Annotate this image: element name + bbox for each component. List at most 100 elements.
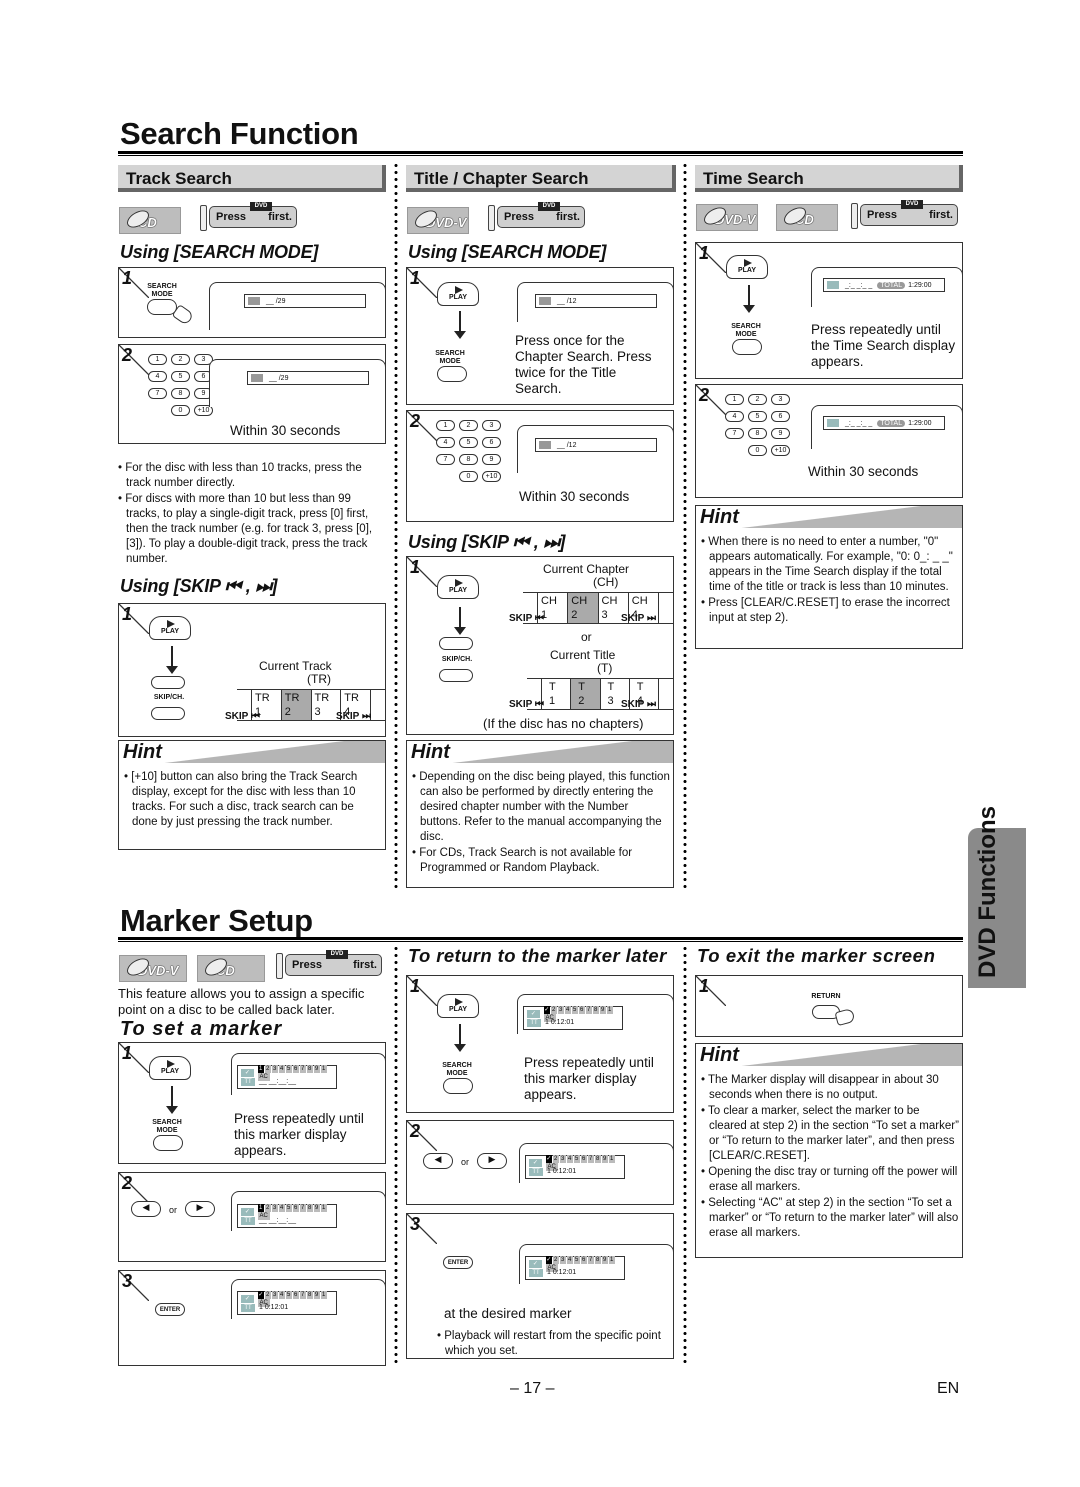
skip-fwd-button[interactable]: [439, 637, 473, 650]
search-mode-button[interactable]: [437, 366, 467, 382]
cd-disc-icon: CD: [776, 203, 838, 231]
column-divider: [683, 162, 687, 890]
key-8[interactable]: 8: [748, 428, 767, 439]
key-4[interactable]: 4: [148, 371, 167, 382]
key-plus10[interactable]: +10: [771, 445, 790, 456]
number-keypad[interactable]: 1 2 3 4 5 6 7 8 9 0 +10: [725, 394, 790, 456]
return-step-3: 3 ENTER ✓ ✓ 2 3 4 5 6 7 8 9 1AC TT 1 0:12:01 at the…: [406, 1213, 674, 1359]
key-5[interactable]: 5: [459, 437, 478, 448]
arrow-down-icon: [454, 607, 466, 635]
step-number: 1: [699, 976, 710, 996]
play-button[interactable]: PLAY: [437, 994, 479, 1018]
marker-cell: 9: [599, 1005, 606, 1014]
marker-cell: 3: [271, 1064, 278, 1073]
set-step-2: 2 ◀ or ▶ ✓ 1 2 3 4 5 6 7 8 9 1AC TT __ __:__:__: [118, 1172, 386, 1262]
page-title-marker-setup: Marker Setup: [120, 903, 313, 938]
note: • For the disc with less than 10 tracks,…: [118, 462, 362, 489]
time-hint-box: Hint • When there is no need to enter a …: [695, 505, 963, 649]
marker-cell: 2: [264, 1064, 271, 1073]
key-6[interactable]: 6: [771, 411, 790, 422]
section-header-time-search: Time Search: [695, 165, 963, 192]
key-7[interactable]: 7: [148, 388, 167, 399]
return-step-2: 2 ◀ or ▶ ✓ ✓ 2 3 4 5 6 7 8 9 1AC TT 1 0:12:01: [406, 1120, 674, 1205]
search-mode-button[interactable]: [443, 1078, 473, 1094]
step-number: 1: [410, 557, 421, 577]
marker-cell: 4: [566, 1255, 573, 1264]
number-keypad[interactable]: 1 2 3 4 5 6 7 8 9 0 +10: [148, 354, 213, 416]
key-1[interactable]: 1: [148, 354, 167, 365]
key-4[interactable]: 4: [725, 411, 744, 422]
cd-disc-icon: CD: [119, 206, 181, 234]
key-3[interactable]: 3: [482, 420, 501, 431]
key-6[interactable]: 6: [482, 437, 501, 448]
heading-using-skip: Using [SKIP ⏮ , ⏭]: [408, 532, 566, 552]
side-tab-dvd-functions: DVD Functions: [968, 806, 1026, 988]
key-5[interactable]: 5: [748, 411, 767, 422]
play-button[interactable]: PLAY: [726, 255, 768, 279]
play-button[interactable]: PLAY: [149, 1056, 191, 1080]
step-caption: at the desired marker: [444, 1306, 572, 1321]
key-9[interactable]: 9: [771, 428, 790, 439]
search-mode-button[interactable]: [732, 339, 762, 355]
key-7[interactable]: 7: [436, 454, 455, 465]
skip-ch-label: SKIP/CH.: [441, 656, 473, 663]
step-caption: Within 30 seconds: [519, 489, 630, 504]
search-mode-button[interactable]: [153, 1135, 183, 1151]
number-keypad[interactable]: 1 2 3 4 5 6 7 8 9 0 +10: [436, 420, 501, 482]
enter-button[interactable]: ENTER: [155, 1303, 185, 1316]
marker-cell: 3: [559, 1154, 566, 1163]
key-plus10[interactable]: +10: [482, 471, 501, 482]
key-3[interactable]: 3: [771, 394, 790, 405]
step-number: 2: [410, 1121, 421, 1141]
seq-cell-current: T 2: [570, 679, 600, 709]
key-0[interactable]: 0: [748, 445, 767, 456]
title-rule: [118, 151, 963, 156]
heading-set-marker: To set a marker: [120, 1018, 283, 1040]
left-arrow-button[interactable]: ◀: [131, 1201, 161, 1217]
step-number: 2: [122, 345, 133, 365]
marker-cell: 1: [608, 1154, 615, 1163]
marker-cell: 7: [585, 1005, 592, 1014]
left-arrow-button[interactable]: ◀: [423, 1153, 453, 1169]
key-5[interactable]: 5: [171, 371, 190, 382]
key-8[interactable]: 8: [459, 454, 478, 465]
key-9[interactable]: 9: [482, 454, 501, 465]
right-arrow-button[interactable]: ▶: [477, 1153, 507, 1169]
chapter-hint-box: Hint • Depending on the disc being playe…: [406, 740, 674, 888]
marker-cell: 1: [320, 1203, 327, 1212]
play-button[interactable]: PLAY: [437, 282, 479, 306]
marker-display: ✓ 1 2 3 4 5 6 7 8 9 1AC TT __ __:__:__: [237, 1203, 337, 1228]
step-number: 3: [122, 1271, 133, 1291]
time-step-2: 2 1 2 3 4 5 6 7 8 9 0 +10 _:_ _:_ _ TOTA…: [695, 384, 963, 498]
marker-display: ✓ ✓ 2 3 4 5 6 7 8 9 1AC TT 1 0:12:01: [525, 1255, 625, 1280]
exit-step-1: 1 RETURN: [695, 975, 963, 1037]
play-button[interactable]: PLAY: [149, 616, 191, 640]
hint-text: • When there is no need to enter a numbe…: [701, 536, 953, 624]
key-0[interactable]: 0: [171, 405, 190, 416]
osd-display: __ /12: [535, 294, 657, 308]
play-button[interactable]: PLAY: [437, 575, 479, 599]
key-8[interactable]: 8: [171, 388, 190, 399]
marker-cell: ✓: [543, 1005, 550, 1014]
or-label: or: [581, 630, 592, 644]
key-0[interactable]: 0: [459, 471, 478, 482]
key-1[interactable]: 1: [725, 394, 744, 405]
enter-button[interactable]: ENTER: [443, 1256, 473, 1269]
step-number: 3: [410, 1214, 421, 1234]
key-2[interactable]: 2: [459, 420, 478, 431]
key-4[interactable]: 4: [436, 437, 455, 448]
skip-fwd-button[interactable]: [151, 676, 185, 689]
key-2[interactable]: 2: [171, 354, 190, 365]
key-7[interactable]: 7: [725, 428, 744, 439]
track-hint-box: Hint • [+10] button can also bring the T…: [118, 740, 386, 850]
skip-back-button[interactable]: [439, 669, 473, 682]
key-1[interactable]: 1: [436, 420, 455, 431]
marker-cell: ✓: [545, 1255, 552, 1264]
cd-disc-icon: CD: [197, 954, 265, 982]
section-header-track-search: Track Search: [118, 165, 386, 192]
key-2[interactable]: 2: [748, 394, 767, 405]
skip-back-button[interactable]: [151, 707, 185, 720]
marker-cell: 1: [608, 1255, 615, 1264]
press-dvd-first-badge: Press DVD first.: [276, 950, 382, 979]
right-arrow-button[interactable]: ▶: [185, 1201, 215, 1217]
